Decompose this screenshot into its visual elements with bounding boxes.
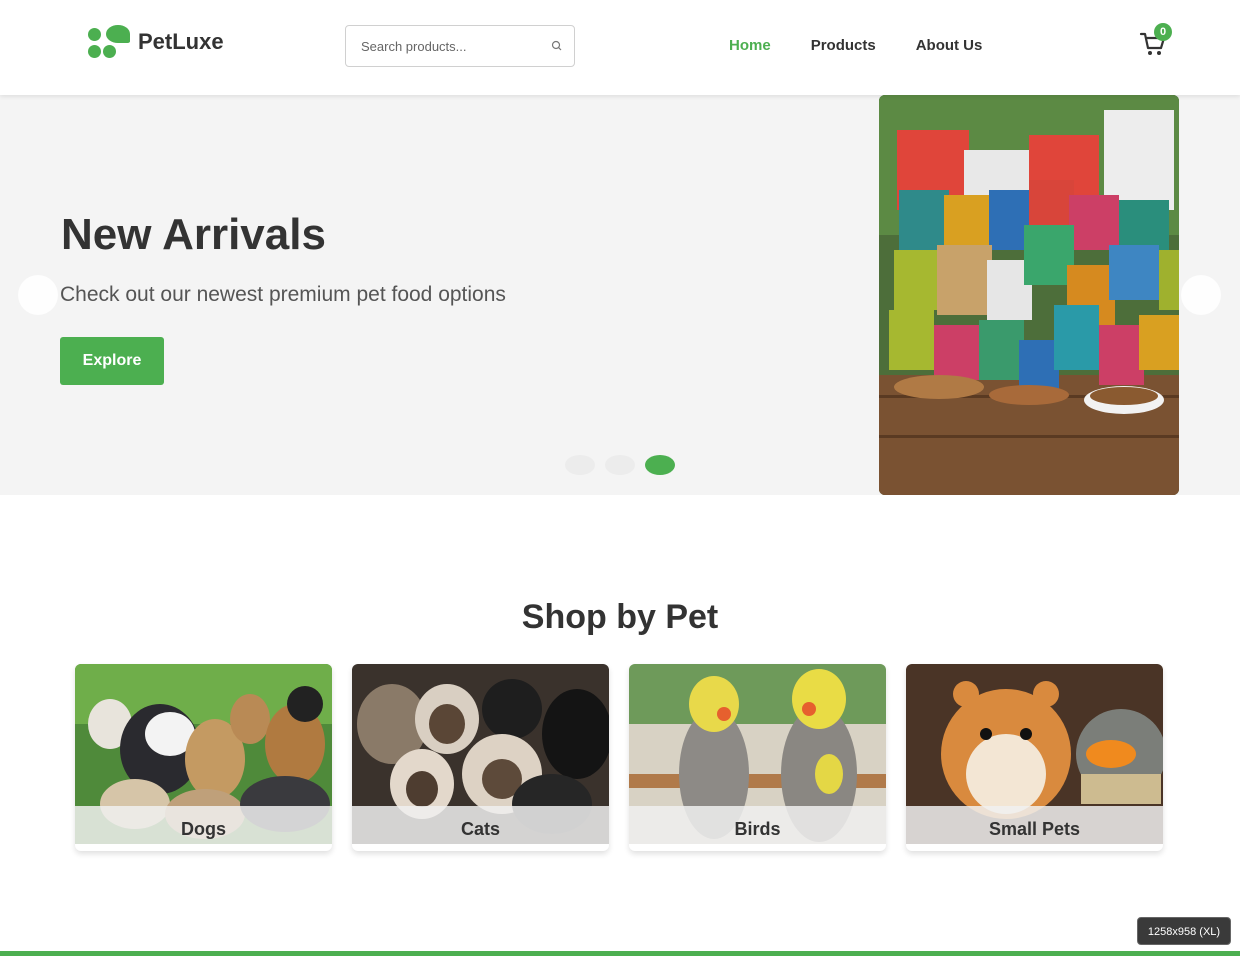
carousel-dot-2[interactable] [605,455,635,475]
hero-carousel: New Arrivals Check out our newest premiu… [0,95,1240,495]
main-nav: Home Products About Us [729,37,982,54]
category-label: Cats [352,806,609,844]
carousel-dot-1[interactable] [565,455,595,475]
carousel-dot-3[interactable] [645,455,675,475]
carousel-indicators [565,455,675,475]
site-header: PetLuxe Home Products About Us 0 [0,0,1240,95]
explore-button[interactable]: Explore [60,337,164,385]
shop-by-pet-title: Shop by Pet [521,598,719,636]
paw-logo-icon [86,24,132,60]
category-card-dogs[interactable]: Dogs [75,664,332,851]
carousel-next-button[interactable] [1181,275,1221,315]
nav-products[interactable]: Products [811,37,876,54]
search-icon[interactable] [550,39,564,53]
brand-name: PetLuxe [138,29,224,54]
category-card-birds[interactable]: Birds [629,664,886,851]
category-label: Small Pets [906,806,1163,844]
search-input[interactable] [346,26,541,66]
viewport-size-badge: 1258x958 (XL) [1137,917,1231,945]
nav-home[interactable]: Home [729,37,771,54]
hero-title: New Arrivals [61,210,326,259]
pet-food-products-image [879,95,1179,495]
carousel-prev-button[interactable] [18,275,58,315]
category-card-cats[interactable]: Cats [352,664,609,851]
cart-count-badge: 0 [1154,23,1172,41]
logo[interactable]: PetLuxe [86,24,224,60]
category-card-small-pets[interactable]: Small Pets [906,664,1163,851]
search-box [345,25,575,67]
pet-category-list: Dogs Cats Birds Small Pets [75,664,1163,851]
category-label: Dogs [75,806,332,844]
nav-about-us[interactable]: About Us [916,37,983,54]
category-label: Birds [629,806,886,844]
hero-subtitle: Check out our newest premium pet food op… [60,283,506,306]
bottom-accent-bar [0,951,1240,956]
